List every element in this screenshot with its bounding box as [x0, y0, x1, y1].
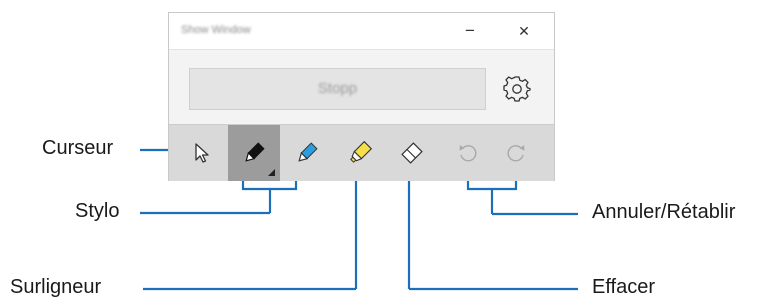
window-title: Show Window	[181, 24, 251, 36]
highlighter-tool-button[interactable]	[334, 125, 386, 181]
arrow-cursor-icon	[195, 143, 209, 163]
pen-toolbar	[169, 124, 554, 181]
cursor-tool-button[interactable]	[177, 125, 229, 181]
undo-tool-button[interactable]	[442, 125, 494, 181]
undo-icon	[459, 145, 477, 162]
gear-icon[interactable]	[503, 75, 531, 103]
stop-button-label: Stopp	[317, 80, 358, 97]
pen-icon	[298, 142, 318, 162]
redo-icon	[507, 145, 525, 162]
callout-undo-redo: Annuler/Rétablir	[592, 201, 736, 223]
close-button[interactable]: ✕	[512, 20, 536, 42]
pen-icon	[245, 142, 265, 162]
title-bar: Show Window − ✕	[169, 13, 554, 50]
show-window: Show Window − ✕ Stopp	[168, 12, 555, 181]
pen-options-indicator	[268, 169, 275, 176]
stop-button[interactable]: Stopp	[189, 68, 486, 110]
eraser-icon	[401, 142, 423, 164]
callout-pen: Stylo	[75, 200, 120, 222]
minimize-button[interactable]: −	[458, 20, 482, 42]
eraser-tool-button[interactable]	[386, 125, 438, 181]
redo-tool-button[interactable]	[490, 125, 542, 181]
callout-eraser: Effacer	[592, 276, 655, 298]
pen-black-tool-button[interactable]	[228, 125, 280, 181]
callout-cursor: Curseur	[42, 137, 114, 159]
pen-blue-tool-button[interactable]	[281, 125, 333, 181]
highlighter-icon	[350, 140, 373, 163]
callout-highlighter: Surligneur	[10, 276, 102, 298]
